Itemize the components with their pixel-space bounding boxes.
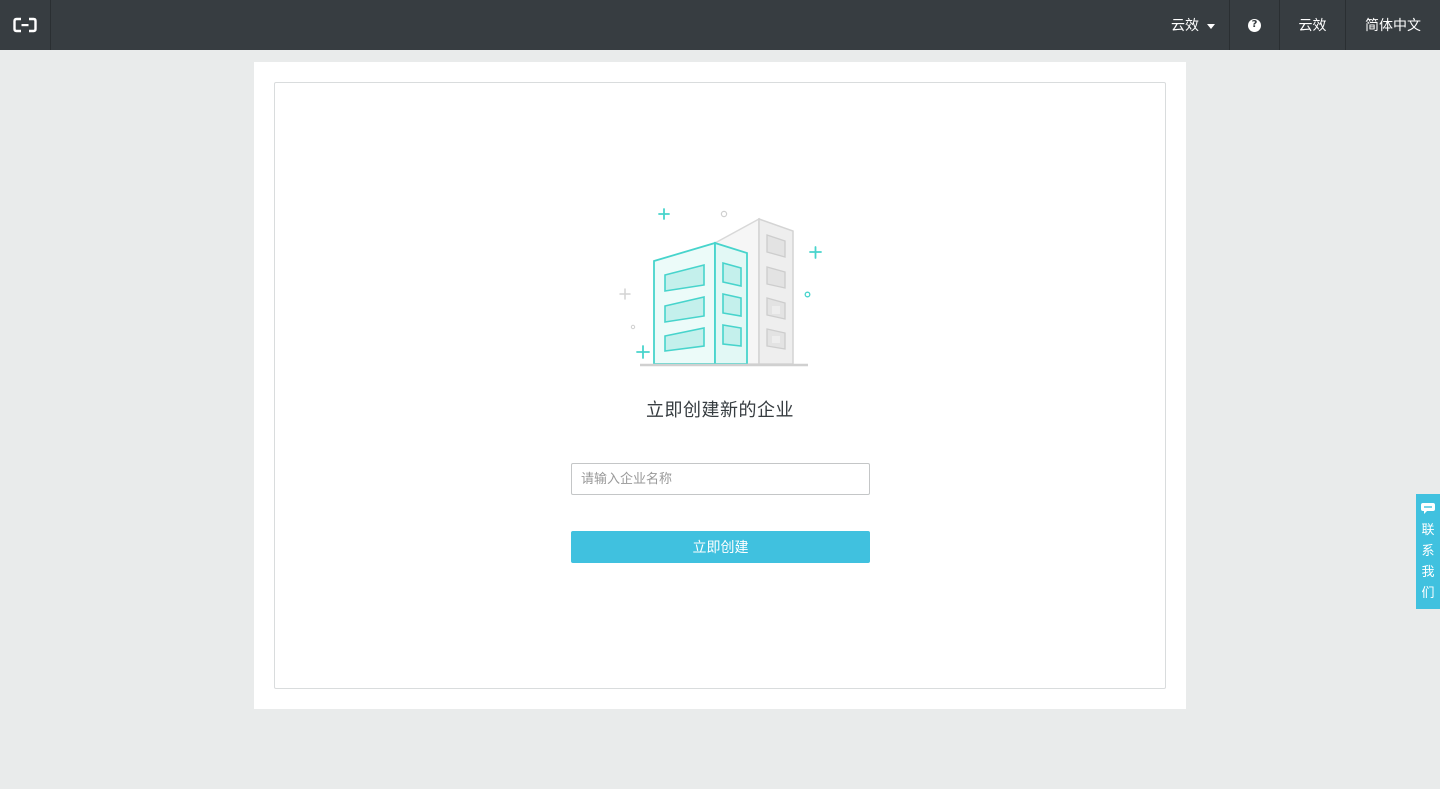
product-link[interactable]: 云效 — [1279, 0, 1345, 50]
main-card: 立即创建新的企业 立即创建 — [254, 62, 1186, 709]
contact-us-tab[interactable]: 联系我们 — [1416, 494, 1440, 609]
product-dropdown[interactable]: 云效 — [1149, 0, 1229, 50]
create-enterprise-panel: 立即创建新的企业 立即创建 — [274, 82, 1166, 689]
create-enterprise-button[interactable]: 立即创建 — [571, 531, 870, 563]
product-dropdown-label: 云效 — [1171, 18, 1199, 34]
contact-us-label: 联系我们 — [1421, 523, 1435, 601]
aliyun-logo-icon[interactable] — [0, 0, 51, 50]
building-icon — [619, 208, 822, 367]
enterprise-name-input[interactable] — [571, 463, 870, 495]
page-title: 立即创建新的企业 — [646, 400, 794, 421]
help-button[interactable]: ? — [1229, 0, 1279, 50]
caret-down-icon — [1207, 23, 1215, 29]
question-circle-icon: ? — [1248, 18, 1261, 32]
chat-bubble-icon — [1421, 503, 1435, 514]
top-nav-bar: 云效 ? 云效 简体中文 — [0, 0, 1440, 50]
language-switch[interactable]: 简体中文 — [1345, 0, 1440, 50]
